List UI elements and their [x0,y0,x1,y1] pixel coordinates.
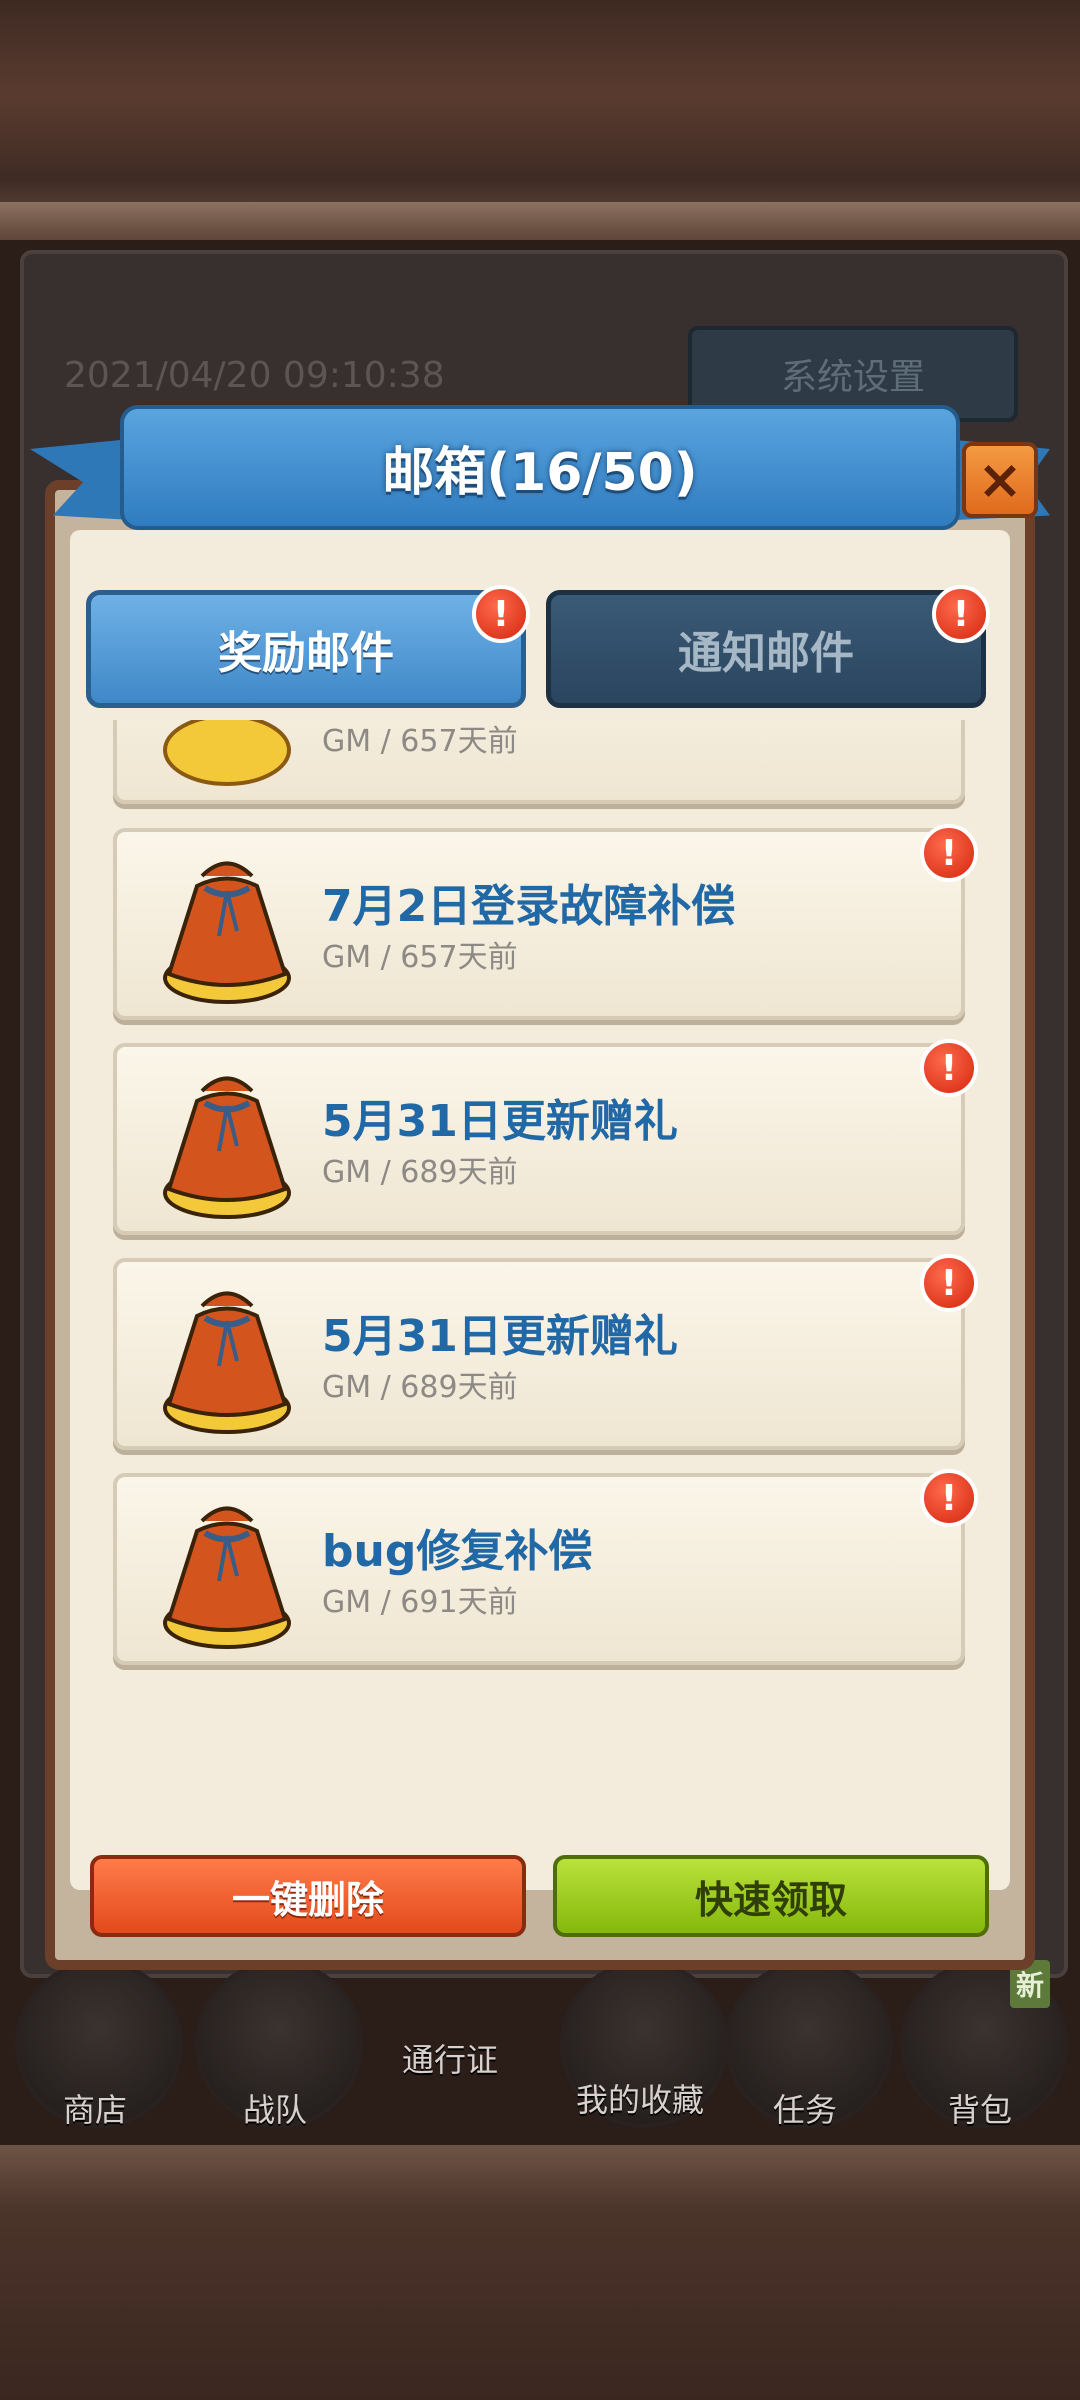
mail-meta: GM / 657天前 [322,724,518,759]
top-frame-decoration [0,0,1080,240]
reward-pouch-icon [163,861,291,1004]
unread-alert-icon: ! [920,1039,978,1097]
mail-item[interactable]: 5月31日更新赠礼 GM / 689天前 [113,1258,965,1450]
unread-alert-icon: ! [920,1254,978,1312]
mail-meta: GM / 657天前 [322,940,518,975]
mail-title: bug修复补偿 [322,1526,593,1577]
mail-item[interactable]: 5月31日更新赠礼 GM / 689天前 [113,1043,965,1235]
delete-all-label: 一键删除 [231,1877,384,1922]
reward-pouch-icon [163,1506,291,1649]
tab-notice-label: 通知邮件 [678,628,854,679]
title-ribbon: 邮箱(16/50) [120,405,960,530]
quick-claim-button[interactable]: 快速领取 [553,1855,989,1937]
mail-item[interactable]: 7月2日登录故障补偿 GM / 657天前 [113,828,965,1020]
nav-shop-label: 商店 [62,2091,127,2129]
mail-title: 7月2日登录故障补偿 [322,881,736,932]
mail-meta: GM / 689天前 [322,1155,518,1190]
mail-title: 5月31日更新赠礼 [322,1311,678,1362]
alert-badge-icon: ! [932,585,990,643]
reward-pouch-icon [163,1076,291,1219]
nav-bag-label: 背包 [947,2091,1012,2129]
tab-reward-label: 奖励邮件 [218,628,394,679]
tab-notice-mail[interactable]: 通知邮件 [546,590,986,708]
dialog-title: 邮箱(16/50) [382,443,698,503]
mail-meta: GM / 691天前 [322,1585,518,1620]
mail-item[interactable]: GM / 657天前 [113,720,965,804]
alert-badge-icon: ! [472,585,530,643]
mail-meta: GM / 689天前 [322,1370,518,1405]
unread-alert-icon: ! [920,1469,978,1527]
close-icon: × [977,448,1023,511]
bottom-frame-decoration [0,2145,1080,2400]
close-button[interactable]: × [962,442,1038,518]
delete-all-button[interactable]: 一键删除 [90,1855,526,1937]
nav-tasks-label: 任务 [772,2091,837,2129]
tab-reward-mail[interactable]: 奖励邮件 [86,590,526,708]
mail-item[interactable]: bug修复补偿 GM / 691天前 [113,1473,965,1665]
background-datetime: 2021/04/20 09:10:38 [64,355,445,396]
nav-pass-label: 通行证 [401,2041,498,2079]
nav-team-label: 战队 [242,2091,307,2129]
nav-collection-label: 我的收藏 [575,2081,704,2119]
mail-list[interactable]: GM / 657天前 7月2日登录故障补偿 GM / 657天前 ! 5月31日… [70,720,1010,1820]
unread-alert-icon: ! [920,824,978,882]
reward-pouch-icon [163,1291,291,1434]
coin-pouch-icon [163,720,291,786]
mail-title: 5月31日更新赠礼 [322,1096,678,1147]
quick-claim-label: 快速领取 [694,1877,847,1922]
